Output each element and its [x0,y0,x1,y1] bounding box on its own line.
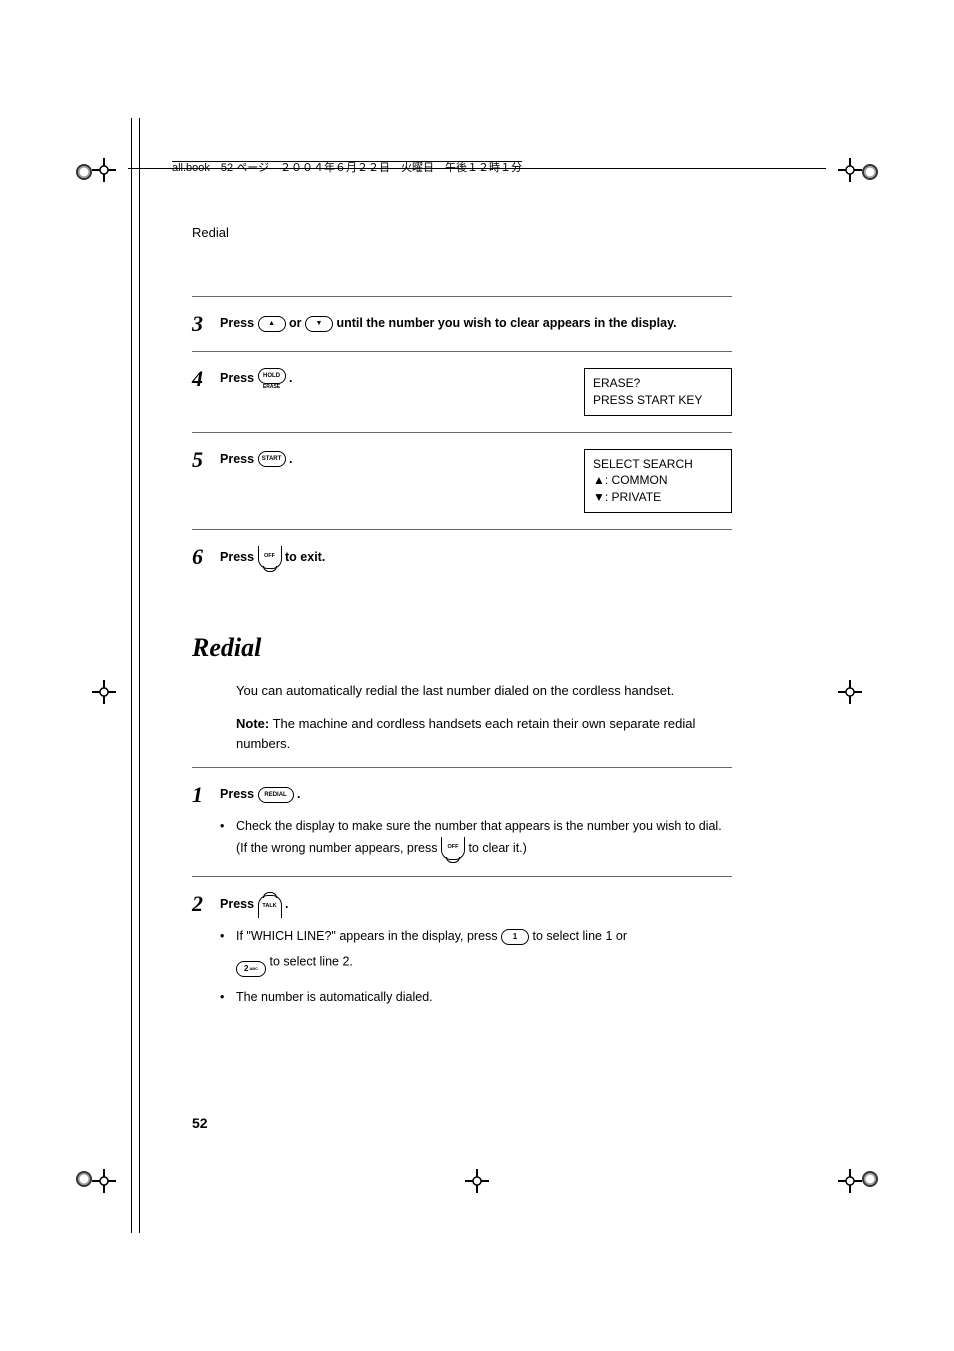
bullet-item: The number is automatically dialed. [220,987,732,1008]
start-key-icon: START [258,451,286,467]
step-number: 6 [192,546,220,568]
printer-dot [862,1171,878,1187]
key-1-icon: 1 [501,929,529,945]
printer-dot [862,164,878,180]
step-text: Press START . [220,449,572,470]
page-frame-line [139,118,140,1233]
step-text: Press TALK . If "WHICH LINE?" appears in… [220,893,732,1009]
intro-paragraph: You can automatically redial the last nu… [236,681,732,701]
crop-mark [838,1169,862,1193]
step-number: 3 [192,313,220,335]
redial-key-icon: REDIAL [258,787,294,803]
printer-dot [76,164,92,180]
step-number: 2 [192,893,220,915]
bullet-item: Check the display to make sure the numbe… [220,816,732,860]
key-2-icon: 2 ABC [236,961,266,977]
crop-mark [838,158,862,182]
step-text: Press OFF to exit. [220,546,732,569]
off-key-icon: OFF [258,546,282,569]
step-number: 5 [192,449,220,471]
crop-mark [838,680,862,704]
step-text: Press HOLD ERASE . [220,368,572,390]
step-text: Press REDIAL . Check the display to make… [220,784,732,860]
printer-dot [76,1171,92,1187]
step-text: Press or until the number you wish to cl… [220,313,732,334]
step-number: 4 [192,368,220,390]
print-metadata: all.book 52 ページ ２００４年６月２２日 火曜日 午後１２時１分 [172,157,528,175]
section-heading: Redial [192,633,732,663]
page-frame-line [131,118,132,1233]
crop-mark [465,1169,489,1193]
bullet-item: If "WHICH LINE?" appears in the display,… [220,926,732,977]
crop-mark [92,680,116,704]
hold-erase-key-icon: HOLD ERASE [258,368,286,390]
lcd-display-box: SELECT SEARCH ▲: COMMON ▼: PRIVATE [584,449,732,513]
talk-key-icon: TALK [258,895,282,918]
running-head: Redial [192,225,732,240]
step-number: 1 [192,784,220,806]
page-number: 52 [192,1115,208,1131]
crop-mark [92,1169,116,1193]
down-arrow-key-icon [305,316,333,332]
off-key-icon: OFF [441,837,465,860]
lcd-display-box: ERASE? PRESS START KEY [584,368,732,416]
intro-note: Note: The machine and cordless handsets … [236,714,732,753]
crop-mark [92,158,116,182]
up-arrow-key-icon [258,316,286,332]
